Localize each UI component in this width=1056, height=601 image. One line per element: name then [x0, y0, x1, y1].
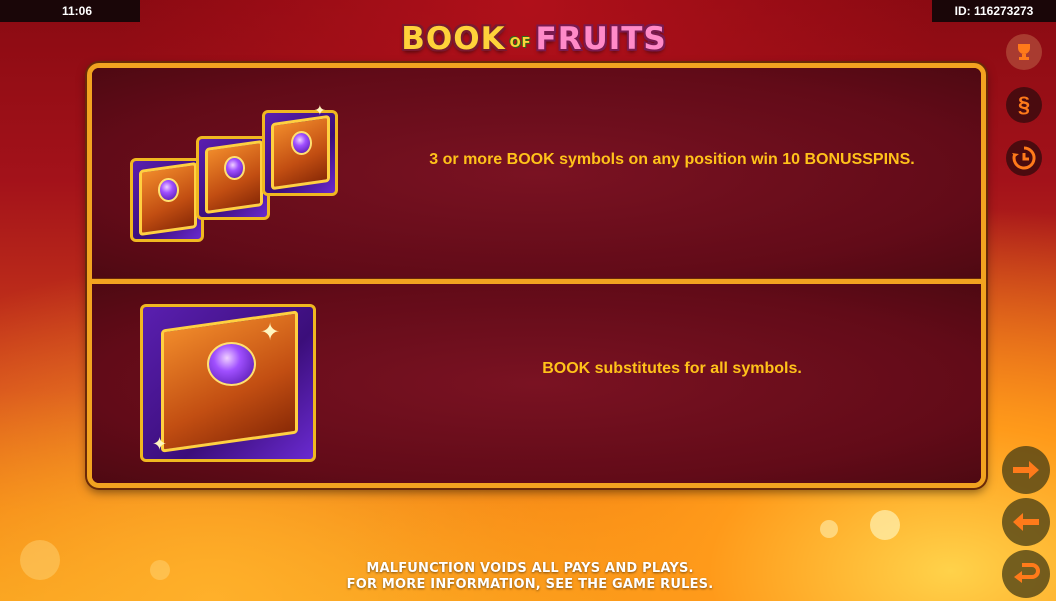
bokeh-light: [150, 560, 170, 580]
history-icon: [1012, 146, 1036, 170]
section-icon: §: [1017, 92, 1031, 117]
clock: 11:06: [0, 0, 140, 22]
trophy-button[interactable]: [1006, 34, 1042, 70]
book-symbol-icon: ✦ ✦: [140, 304, 316, 462]
bokeh-light: [20, 540, 60, 580]
return-icon: [1014, 563, 1040, 583]
arrow-left-icon: [1013, 513, 1039, 531]
paytable-row-scatter: ✦ 3 or more BOOK symbols on any position…: [92, 68, 981, 279]
trophy-icon: [1018, 44, 1030, 60]
scatter-rule-text: 3 or more BOOK symbols on any position w…: [429, 151, 915, 168]
disclaimer-line-1: MALFUNCTION VOIDS ALL PAYS AND PLAYS.: [366, 561, 694, 576]
book-symbol-icon: [130, 158, 204, 242]
logo-word-book: BOOK: [401, 21, 506, 57]
game-logo: BOOK OF FRUITS: [378, 18, 690, 60]
next-page-button[interactable]: [1002, 446, 1050, 494]
arrow-right-icon: [1013, 461, 1039, 479]
book-symbol-icon: [196, 136, 270, 220]
disclaimer: MALFUNCTION VOIDS ALL PAYS AND PLAYS. FO…: [270, 561, 790, 593]
book-symbol-icon: ✦: [262, 102, 338, 196]
disclaimer-line-2: FOR MORE INFORMATION, SEE THE GAME RULES…: [346, 577, 714, 592]
session-id: ID: 116273273: [932, 0, 1056, 22]
bokeh-light: [820, 520, 838, 538]
wild-rule-text: BOOK substitutes for all symbols.: [542, 360, 802, 377]
return-to-game-button[interactable]: [1002, 550, 1050, 598]
logo-word-of: OF: [509, 35, 532, 51]
paytable-panel: ✦ 3 or more BOOK symbols on any position…: [87, 63, 986, 488]
rules-button[interactable]: §: [1006, 87, 1042, 123]
previous-page-button[interactable]: [1002, 498, 1050, 546]
paytable-row-wild: ✦ ✦ BOOK substitutes for all symbols.: [92, 284, 981, 483]
history-button[interactable]: [1006, 140, 1042, 176]
logo-word-fruits: FRUITS: [535, 21, 667, 57]
bokeh-light: [870, 510, 900, 540]
